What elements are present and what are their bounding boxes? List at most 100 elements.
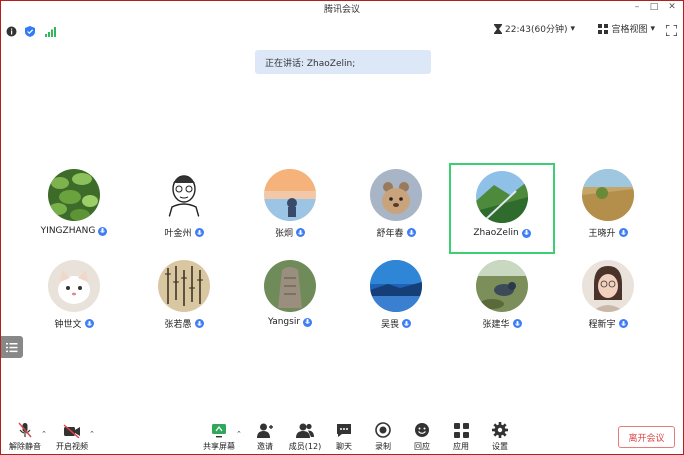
mic-icon bbox=[194, 228, 204, 237]
title-bar: 腾讯会议 – □ ✕ bbox=[1, 1, 683, 15]
participant-list-toggle[interactable] bbox=[1, 336, 23, 358]
muted-mic-icon bbox=[18, 422, 32, 438]
avatar bbox=[264, 169, 316, 221]
participant-tile[interactable]: 张炯 bbox=[237, 161, 343, 252]
mic-icon bbox=[84, 319, 94, 328]
avatar bbox=[48, 260, 100, 312]
avatar bbox=[158, 260, 210, 312]
meeting-timer[interactable]: 22:43(60分钟) ▾ bbox=[494, 22, 575, 35]
list-icon bbox=[6, 342, 18, 352]
participant-tile[interactable]: 钟世文 bbox=[21, 252, 127, 343]
gear-icon bbox=[492, 422, 508, 438]
avatar bbox=[370, 260, 422, 312]
chat-label: 聊天 bbox=[336, 442, 352, 451]
members-icon bbox=[296, 423, 314, 438]
hourglass-icon bbox=[494, 23, 503, 34]
participant-tile[interactable]: 张若愚 bbox=[131, 252, 237, 343]
participant-name: 叶金州 bbox=[164, 229, 192, 239]
grid-view-icon bbox=[598, 23, 609, 34]
mic-icon bbox=[303, 317, 313, 327]
invite-label: 邀请 bbox=[257, 442, 273, 451]
maximize-icon[interactable]: □ bbox=[646, 2, 662, 12]
chat-button[interactable]: 聊天 bbox=[324, 418, 364, 452]
apps-label: 应用 bbox=[453, 442, 469, 451]
share-screen-button[interactable]: 共享屏幕 bbox=[199, 418, 239, 452]
start-video-button[interactable]: 开启视频 bbox=[52, 418, 92, 452]
participant-tile-active[interactable]: ZhaoZelin bbox=[449, 163, 555, 254]
view-mode-label: 宫格视图 bbox=[611, 25, 648, 35]
mic-icon bbox=[194, 319, 204, 328]
participant-tile[interactable]: 舒年春 bbox=[343, 161, 449, 252]
start-video-label: 开启视频 bbox=[56, 442, 88, 451]
apps-icon bbox=[453, 423, 469, 438]
unmute-label: 解除静音 bbox=[9, 442, 41, 451]
members-label: 成员(12) bbox=[288, 442, 322, 451]
record-button[interactable]: 录制 bbox=[363, 418, 403, 452]
mic-icon bbox=[521, 228, 531, 238]
timer-text: 22:43(60分钟) bbox=[505, 25, 568, 35]
view-mode-button[interactable]: 宫格视图 ▾ bbox=[598, 22, 655, 35]
avatar bbox=[264, 260, 316, 312]
share-options-caret[interactable]: ⌃ bbox=[236, 430, 242, 438]
mic-icon bbox=[402, 319, 411, 328]
info-icon[interactable] bbox=[6, 22, 17, 41]
meeting-toolbar: 解除静音 ⌃ 开启视频 ⌃ 共享屏幕 ⌃ 邀请 成员(12) 聊天 录制 回应 … bbox=[1, 418, 683, 454]
audio-options-caret[interactable]: ⌃ bbox=[41, 430, 47, 438]
participant-name: Yangsir bbox=[267, 317, 301, 327]
participant-tile[interactable]: 王晓升 bbox=[555, 161, 661, 252]
chevron-down-icon: ▾ bbox=[650, 23, 655, 34]
leave-meeting-button[interactable]: 离开会议 bbox=[618, 426, 675, 448]
leave-meeting-label: 离开会议 bbox=[628, 433, 665, 444]
settings-button[interactable]: 设置 bbox=[480, 418, 520, 452]
status-bar: 22:43(60分钟) ▾ 宫格视图 ▾ bbox=[1, 17, 683, 39]
participant-tile[interactable]: 吴畏 bbox=[343, 252, 449, 343]
signal-icon[interactable] bbox=[45, 22, 56, 41]
avatar bbox=[582, 260, 634, 312]
share-screen-icon bbox=[212, 424, 226, 438]
video-options-caret[interactable]: ⌃ bbox=[89, 430, 95, 438]
avatar bbox=[476, 260, 528, 312]
participant-tile[interactable]: YINGZHANG bbox=[21, 161, 127, 252]
participant-tile[interactable]: Yangsir bbox=[237, 252, 343, 343]
avatar bbox=[370, 169, 422, 221]
reaction-icon bbox=[415, 423, 429, 437]
mic-icon bbox=[512, 319, 522, 328]
close-icon[interactable]: ✕ bbox=[664, 2, 680, 12]
participant-name: 钟世文 bbox=[54, 320, 82, 330]
unmute-button[interactable]: 解除静音 bbox=[5, 418, 45, 452]
participant-tile[interactable]: 叶金州 bbox=[131, 161, 237, 252]
fullscreen-icon[interactable] bbox=[665, 21, 678, 40]
participant-name: 张若愚 bbox=[164, 320, 192, 330]
react-button[interactable]: 回应 bbox=[402, 418, 442, 452]
video-off-icon bbox=[63, 424, 80, 438]
chevron-down-icon: ▾ bbox=[570, 23, 575, 34]
react-label: 回应 bbox=[414, 442, 430, 451]
avatar bbox=[48, 169, 100, 221]
invite-button[interactable]: 邀请 bbox=[245, 418, 285, 452]
record-icon bbox=[375, 422, 391, 438]
participant-tile[interactable]: 程新宇 bbox=[555, 252, 661, 343]
shield-icon[interactable] bbox=[25, 22, 35, 41]
minimize-icon[interactable]: – bbox=[629, 2, 645, 12]
avatar bbox=[158, 169, 210, 221]
participant-name: 张炯 bbox=[274, 229, 293, 239]
speaking-text: 正在讲话: ZhaoZelin; bbox=[265, 58, 356, 69]
participant-name: 程新宇 bbox=[588, 320, 616, 330]
mic-icon bbox=[296, 228, 305, 237]
participant-name: 王晓升 bbox=[588, 229, 616, 239]
add-user-icon bbox=[257, 423, 273, 438]
participant-name: YINGZHANG bbox=[40, 226, 96, 236]
members-button[interactable]: 成员(12) bbox=[285, 418, 325, 452]
participant-name: ZhaoZelin bbox=[473, 228, 519, 238]
apps-button[interactable]: 应用 bbox=[441, 418, 481, 452]
share-screen-label: 共享屏幕 bbox=[203, 442, 235, 451]
mic-icon bbox=[618, 319, 628, 328]
settings-label: 设置 bbox=[492, 442, 508, 451]
avatar bbox=[476, 171, 528, 223]
participant-tile[interactable]: 张建华 bbox=[449, 252, 555, 343]
chat-icon bbox=[337, 424, 351, 437]
participant-name: 吴畏 bbox=[380, 320, 399, 330]
mic-icon bbox=[406, 228, 416, 237]
speaking-indicator: 正在讲话: ZhaoZelin; bbox=[255, 50, 431, 74]
avatar bbox=[582, 169, 634, 221]
